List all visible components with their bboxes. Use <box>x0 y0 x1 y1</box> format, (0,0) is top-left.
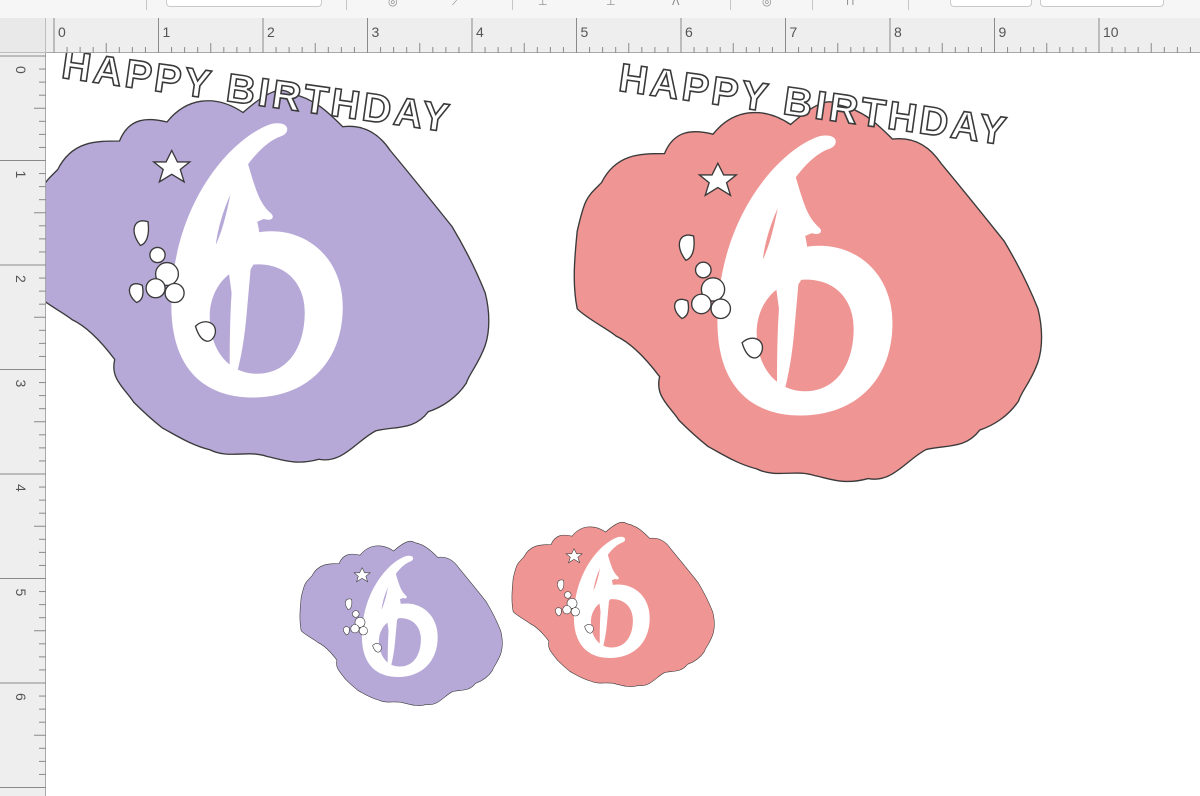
ruler-label: 5 <box>581 24 589 40</box>
flip-icon[interactable]: ⊥ <box>538 0 548 8</box>
ruler-label: 9 <box>999 24 1007 40</box>
arrange-icon[interactable]: ⟋ <box>452 0 460 8</box>
ruler-label: 6 <box>13 693 29 701</box>
top-toolbar: ◎ ⟋ ⊥ ⊥ Ʌ ◎ ⊓ <box>0 0 1200 19</box>
toolbar-divider <box>908 0 909 10</box>
ruler-label: 4 <box>13 484 29 492</box>
large-coral-topper[interactable] <box>574 102 1041 482</box>
small-lavender-topper[interactable] <box>298 539 504 708</box>
ruler-label: 8 <box>894 24 902 40</box>
ruler-label: 4 <box>476 24 484 40</box>
toolbar-divider <box>146 0 147 10</box>
large-lavender-topper[interactable] <box>46 90 489 462</box>
ruler-label: 3 <box>13 380 29 388</box>
rotate-icon[interactable]: ◎ <box>762 0 772 8</box>
ruler-label: 1 <box>13 171 29 179</box>
toolbar-field[interactable] <box>1040 0 1164 7</box>
ruler-corner <box>0 18 46 53</box>
ruler-label: 10 <box>1103 24 1119 40</box>
ruler-label: 2 <box>267 24 275 40</box>
horizontal-ruler-graphic: 0 1 2 3 4 5 6 7 8 9 10 <box>53 18 1191 53</box>
toolbar-field[interactable] <box>166 0 322 7</box>
small-coral-topper[interactable] <box>510 520 716 689</box>
ruler-label: 2 <box>13 275 29 283</box>
ruler-label: 6 <box>685 24 693 40</box>
toolbar-divider <box>346 0 347 10</box>
horizontal-ruler: 0 1 2 3 4 5 6 7 8 9 10 <box>46 18 1200 53</box>
ruler-label: 3 <box>372 24 380 40</box>
ruler-label: 0 <box>58 24 66 40</box>
canvas-artwork: HAPPY BIRTHDAY HAPPY BIRTHDAY <box>46 53 1200 708</box>
offset-icon[interactable]: ⊥ <box>606 0 616 8</box>
toolbar-divider <box>812 0 813 10</box>
ruler-label: 1 <box>163 24 171 40</box>
toolbar-field[interactable] <box>950 0 1032 7</box>
size-icon[interactable]: Ʌ <box>672 0 680 8</box>
vertical-ruler-graphic: 01234567 <box>0 55 46 788</box>
ruler-label: 5 <box>13 589 29 597</box>
ruler-label: 7 <box>790 24 798 40</box>
toolbar-divider <box>512 0 513 10</box>
align-icon[interactable]: ◎ <box>388 0 398 8</box>
position-icon[interactable]: ⊓ <box>846 0 855 8</box>
design-canvas[interactable]: HAPPY BIRTHDAY HAPPY BIRTHDAY <box>46 53 1200 796</box>
toolbar-divider <box>730 0 731 10</box>
ruler-label: 0 <box>13 66 29 74</box>
vertical-ruler: 01234567 <box>0 53 46 796</box>
